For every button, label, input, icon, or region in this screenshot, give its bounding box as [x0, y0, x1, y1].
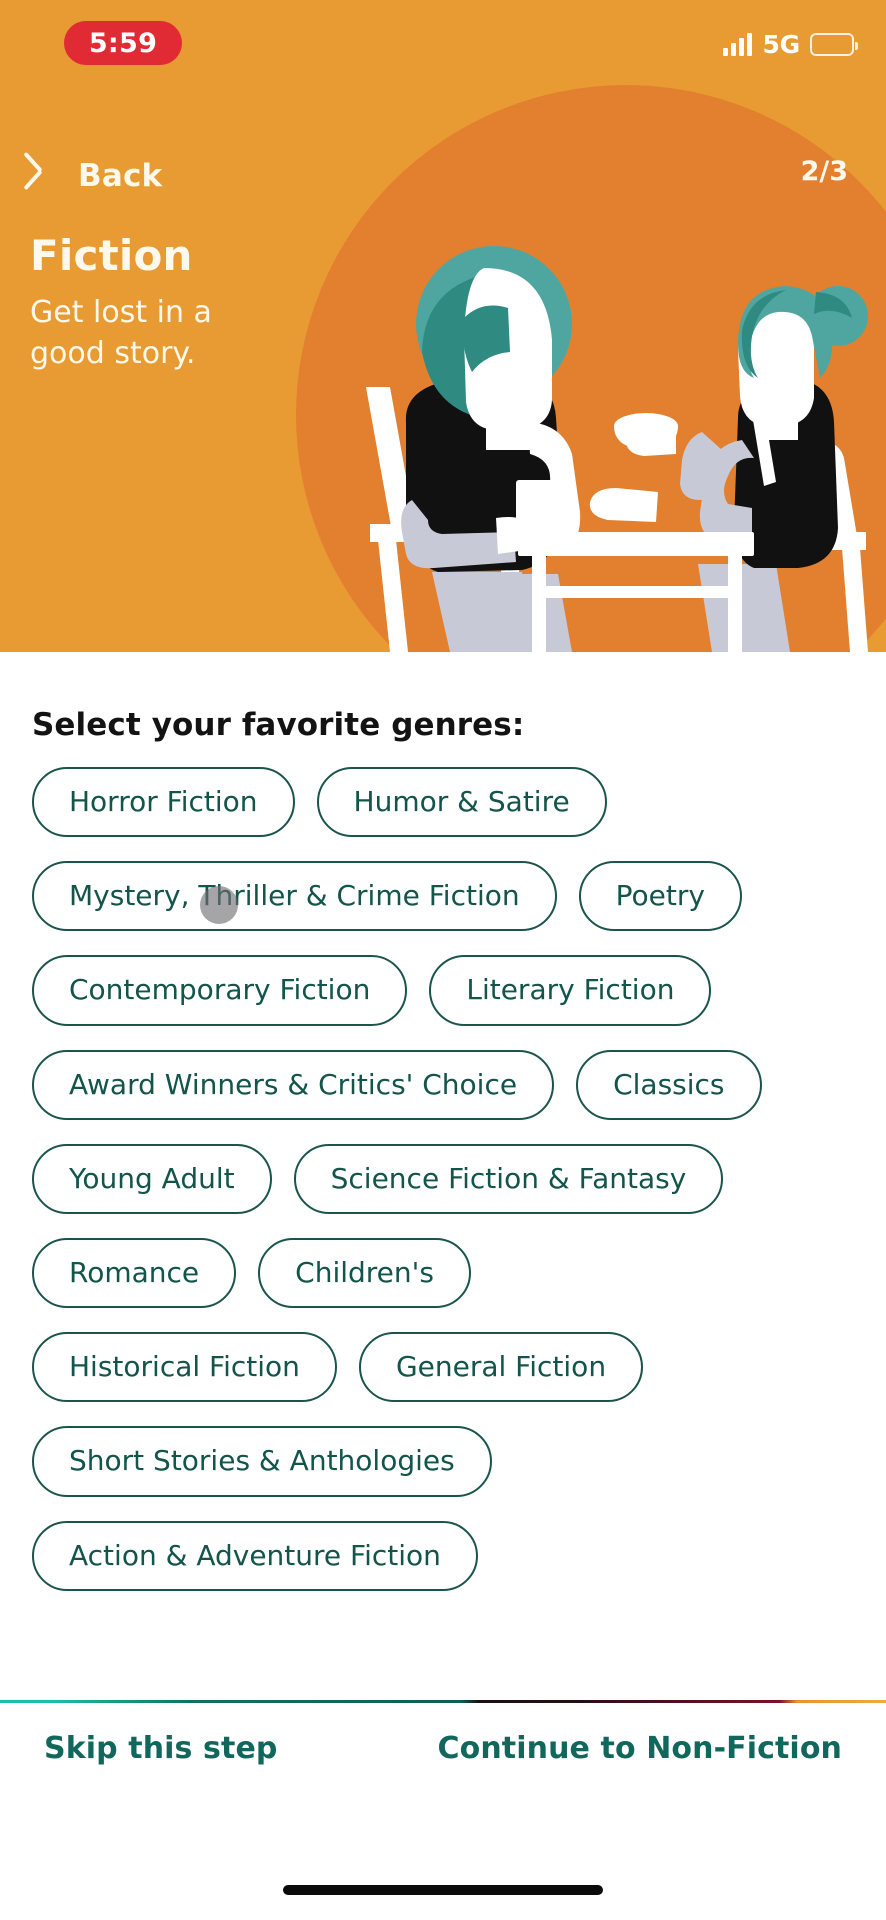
genre-chip[interactable]: Historical Fiction [32, 1332, 337, 1403]
phone-screen: 5:59 5G Back 2/3 Fiction Get lost in a g… [0, 0, 886, 1920]
genre-chip-row: Young Adult Science Fiction & Fantasy [32, 1143, 854, 1214]
step-indicator: 2/3 [800, 156, 848, 187]
genre-chip[interactable]: Horror Fiction [32, 767, 295, 838]
genre-chip-row: Short Stories & Anthologies [32, 1426, 854, 1497]
genre-chip[interactable]: Contemporary Fiction [32, 955, 408, 1026]
genre-chip[interactable]: Romance [32, 1237, 237, 1309]
skip-this-step-button[interactable]: Skip this step [44, 1731, 277, 1766]
genre-chip-row: Romance Children's [32, 1237, 854, 1309]
two-people-at-cafe-table-illustration [366, 246, 868, 652]
genre-chip[interactable]: Science Fiction & Fantasy [293, 1143, 724, 1214]
genre-chip[interactable]: Short Stories & Anthologies [32, 1426, 492, 1497]
page-title: Fiction [30, 231, 193, 280]
genre-chip[interactable]: Mystery, Thriller & Crime Fiction [32, 861, 557, 932]
status-bar: 5:59 5G [0, 0, 886, 98]
signal-bars-icon [723, 32, 753, 56]
genre-chip[interactable]: General Fiction [358, 1332, 644, 1403]
back-button-label: Back [78, 158, 163, 194]
hero-header: 5:59 5G Back 2/3 Fiction Get lost in a g… [0, 0, 886, 652]
genre-chip-row: Historical Fiction General Fiction [32, 1332, 854, 1403]
genre-chip-row: Mystery, Thriller & Crime Fiction Poetry [32, 861, 854, 932]
home-indicator[interactable] [283, 1885, 603, 1895]
genre-chip-row: Action & Adventure Fiction [32, 1520, 854, 1591]
back-button[interactable]: Back [38, 158, 162, 194]
section-heading: Select your favorite genres: [32, 707, 525, 743]
hero-copy: Fiction Get lost in a good story. [30, 231, 390, 375]
status-icons: 5G [723, 24, 858, 64]
genre-chip[interactable]: Poetry [578, 861, 742, 932]
genre-chip[interactable]: Action & Adventure Fiction [32, 1520, 478, 1591]
footer-actions: Skip this step Continue to Non-Fiction [0, 1731, 886, 1766]
genre-chip[interactable]: Literary Fiction [429, 955, 712, 1026]
genre-chip[interactable]: Award Winners & Critics' Choice [32, 1049, 555, 1120]
touch-point-indicator [200, 886, 238, 924]
page-subtitle: Get lost in a good story. [30, 295, 212, 372]
header-nav-row: Back 2/3 [0, 148, 886, 204]
genre-chip-row: Award Winners & Critics' Choice Classics [32, 1049, 854, 1120]
genre-chip-row: Contemporary Fiction Literary Fiction [32, 955, 854, 1026]
battery-low-power-icon [810, 32, 858, 56]
genre-chip[interactable]: Young Adult [32, 1143, 272, 1214]
footer-bar: Skip this step Continue to Non-Fiction [0, 1703, 886, 1920]
genre-chip-row: Horror Fiction Humor & Satire [32, 767, 854, 838]
genre-chip[interactable]: Children's [258, 1237, 471, 1309]
genre-chip-list[interactable]: Horror Fiction Humor & Satire Mystery, Thr… [0, 767, 886, 1712]
status-time-pill: 5:59 [64, 21, 182, 65]
chevron-left-icon [38, 158, 62, 194]
genre-chip[interactable]: Humor & Satire [316, 767, 607, 838]
genre-chip[interactable]: Classics [576, 1049, 762, 1120]
network-type-label: 5G [762, 29, 800, 59]
continue-button[interactable]: Continue to Non-Fiction [438, 1731, 843, 1766]
